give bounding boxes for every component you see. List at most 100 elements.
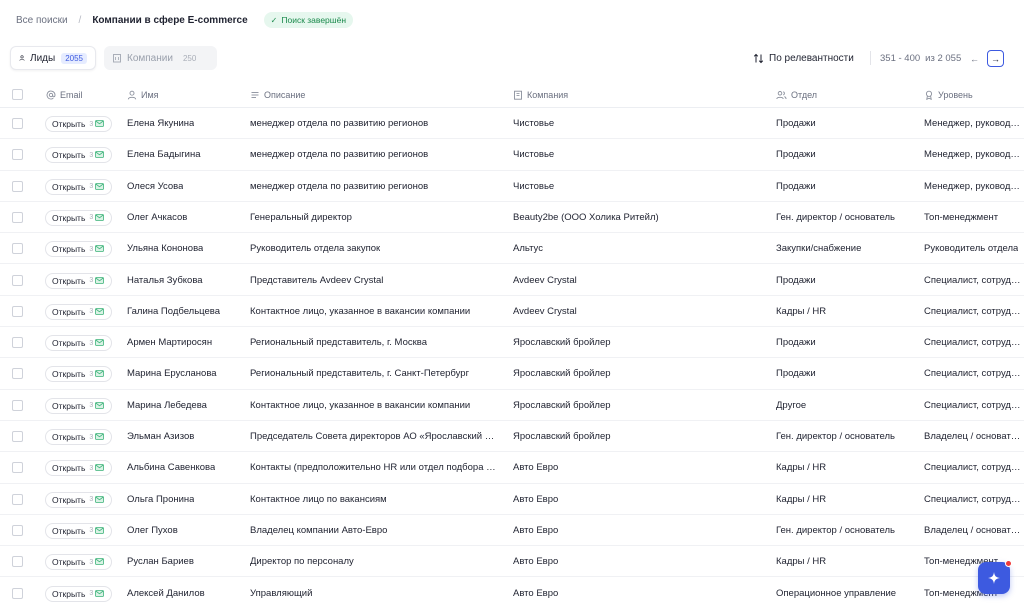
row-checkbox[interactable] [12, 118, 23, 129]
open-email-button[interactable]: Открыть 3 [45, 397, 112, 414]
column-header-department[interactable]: Отдел [776, 82, 817, 108]
column-header-description[interactable]: Описание [250, 82, 305, 108]
row-checkbox[interactable] [12, 243, 23, 255]
row-checkbox[interactable] [12, 399, 23, 411]
row-checkbox[interactable] [12, 305, 23, 317]
row-checkbox[interactable] [12, 368, 23, 380]
open-email-button[interactable]: Открыть 3 [45, 491, 112, 508]
table-row[interactable]: Открыть 3 Олег Пухов Владелец компании Авто… [0, 515, 1024, 547]
prev-page-button[interactable]: ← [966, 50, 983, 67]
cell-level-text: Руководитель отдела [924, 243, 1019, 255]
open-email-button[interactable]: Открыть 3 [45, 303, 112, 320]
row-checkbox[interactable] [12, 180, 23, 192]
table-row[interactable]: Открыть 3 Ульяна Кононова Руководитель отде… [0, 233, 1024, 265]
open-email-button[interactable]: Открыть 3 [45, 178, 112, 195]
row-checkbox[interactable] [12, 337, 23, 349]
table-row[interactable]: Открыть 3 Ольга Пронина Контактное лицо по … [0, 484, 1024, 515]
cell-company: Чистовье [513, 139, 763, 170]
sort-dropdown[interactable]: По релевантности [753, 46, 854, 70]
table-row[interactable]: Открыть 3 Олег Ачкасов Генеральный директор… [0, 202, 1024, 234]
open-email-button[interactable]: Открыть 3 [45, 209, 112, 226]
cell-level-text: Топ-менеджмент [924, 211, 999, 223]
open-email-button[interactable]: Открыть 3 [45, 335, 112, 352]
cell-department-text: Кадры / HR [776, 462, 827, 474]
breadcrumb-all-searches[interactable]: Все поиски [16, 15, 68, 26]
open-email-button[interactable]: Открыть 3 [45, 429, 112, 445]
next-page-button[interactable]: → [987, 50, 1004, 67]
open-email-label: Открыть [52, 463, 86, 474]
email-count: 3 [89, 402, 94, 410]
row-checkbox[interactable] [12, 462, 23, 474]
table-row[interactable]: Открыть 3 Елена Якунина менеджер отдела по … [0, 108, 1024, 140]
open-email-button[interactable]: Открыть 3 [45, 585, 112, 602]
cell-name-text: Альбина Савенкова [127, 462, 216, 474]
cell-company: Ярославский бройлер [513, 327, 763, 358]
cell-description: менеджер отдела по развитию регионов [250, 108, 496, 139]
open-email-button[interactable]: Открыть 3 [45, 272, 112, 289]
column-header-email[interactable]: Email [46, 82, 83, 108]
cell-department-text: Закупки/снабжение [776, 243, 862, 255]
open-email-button[interactable]: Открыть 3 [45, 554, 112, 571]
ai-assistant-button[interactable] [978, 562, 1010, 594]
cell-level: Специалист, сотрудник [924, 296, 1024, 327]
cell-name-text: Марина Лебедева [127, 399, 207, 411]
row-checkbox[interactable] [12, 524, 23, 536]
select-all-checkbox[interactable] [12, 89, 23, 100]
cell-department-text: Ген. директор / основатель [776, 431, 896, 442]
cell-company-text: Ярославский бройлер [513, 337, 611, 349]
row-checkbox[interactable] [12, 274, 23, 286]
row-checkbox[interactable] [12, 431, 23, 442]
cell-company: Авто Евро [513, 546, 763, 577]
open-email-button[interactable]: Открыть 3 [45, 241, 112, 258]
table-row[interactable]: Открыть 3 Марина Ерусланова Региональный пр… [0, 358, 1024, 390]
table-row[interactable]: Открыть 3 Руслан Бариев Директор по персона… [0, 546, 1024, 578]
open-email-button[interactable]: Открыть 3 [45, 147, 112, 164]
open-email-button[interactable]: Открыть 3 [45, 522, 112, 539]
envelope-icon [95, 557, 105, 567]
tab-leads[interactable]: Лиды 2055 [10, 46, 96, 70]
row-checkbox[interactable] [12, 493, 23, 505]
tab-companies[interactable]: Компании 250 [104, 46, 217, 70]
row-checkbox[interactable] [12, 149, 23, 161]
email-count: 3 [89, 527, 94, 535]
row-checkbox[interactable] [12, 587, 23, 599]
open-email-button[interactable]: Открыть 3 [45, 116, 112, 132]
cell-description-text: Региональный представитель, г. Санкт-Пет… [250, 368, 470, 380]
cell-description: Контактное лицо, указанное в вакансии ко… [250, 296, 496, 327]
envelope-icon [95, 307, 105, 317]
table-row[interactable]: Открыть 3 Галина Подбельцева Контактное лиц… [0, 296, 1024, 328]
envelope-icon [95, 244, 105, 254]
envelope-icon [95, 495, 105, 505]
cell-name: Руслан Бариев [127, 546, 245, 577]
table-row[interactable]: Открыть 3 Алексей Данилов Управляющий Авто Е… [0, 578, 1024, 608]
row-checkbox[interactable] [12, 556, 23, 568]
toolbar-divider [870, 51, 871, 65]
row-checkbox[interactable] [12, 211, 23, 223]
table-row[interactable]: Открыть 3 Эльман Азизов Председатель Совета… [0, 421, 1024, 453]
envelope-icon [95, 589, 105, 599]
table-row[interactable]: Открыть 3 Альбина Савенкова Контакты (предп… [0, 452, 1024, 484]
table-row[interactable]: Открыть 3 Марина Лебедева Контактное лицо, … [0, 390, 1024, 421]
cell-company-text: Чистовье [513, 180, 555, 192]
open-email-button[interactable]: Открыть 3 [45, 366, 112, 383]
table-row[interactable]: Открыть 3 Олеся Усова менеджер отдела по ра… [0, 171, 1024, 202]
cell-department-text: Кадры / HR [776, 305, 827, 317]
column-header-name[interactable]: Имя [127, 82, 159, 108]
table-row[interactable]: Открыть 3 Наталья Зубкова Представитель Avd… [0, 265, 1024, 296]
cell-department: Продажи [776, 139, 916, 170]
cell-description: Руководитель отдела закупок [250, 233, 496, 264]
column-header-level[interactable]: Уровень [924, 82, 973, 108]
cell-department: Ген. директор / основатель [776, 421, 916, 452]
open-email-button[interactable]: Открыть 3 [45, 460, 112, 477]
cell-description: Контактное лицо, указанное в вакансии ко… [250, 390, 496, 421]
cell-name-text: Руслан Бариев [127, 556, 194, 568]
cell-department-text: Операционное управление [776, 587, 897, 599]
email-count: 3 [89, 308, 94, 316]
cell-company: Авто Евро [513, 484, 763, 515]
cell-company: Ярославский бройлер [513, 390, 763, 421]
column-header-company[interactable]: Компания [513, 82, 568, 108]
table-row[interactable]: Открыть 3 Армен Мартиросян Региональный пре… [0, 327, 1024, 359]
cell-company: Чистовье [513, 171, 763, 202]
table-row[interactable]: Открыть 3 Елена Бадыгина менеджер отдела по… [0, 139, 1024, 171]
tab-leads-count: 2055 [61, 52, 87, 64]
